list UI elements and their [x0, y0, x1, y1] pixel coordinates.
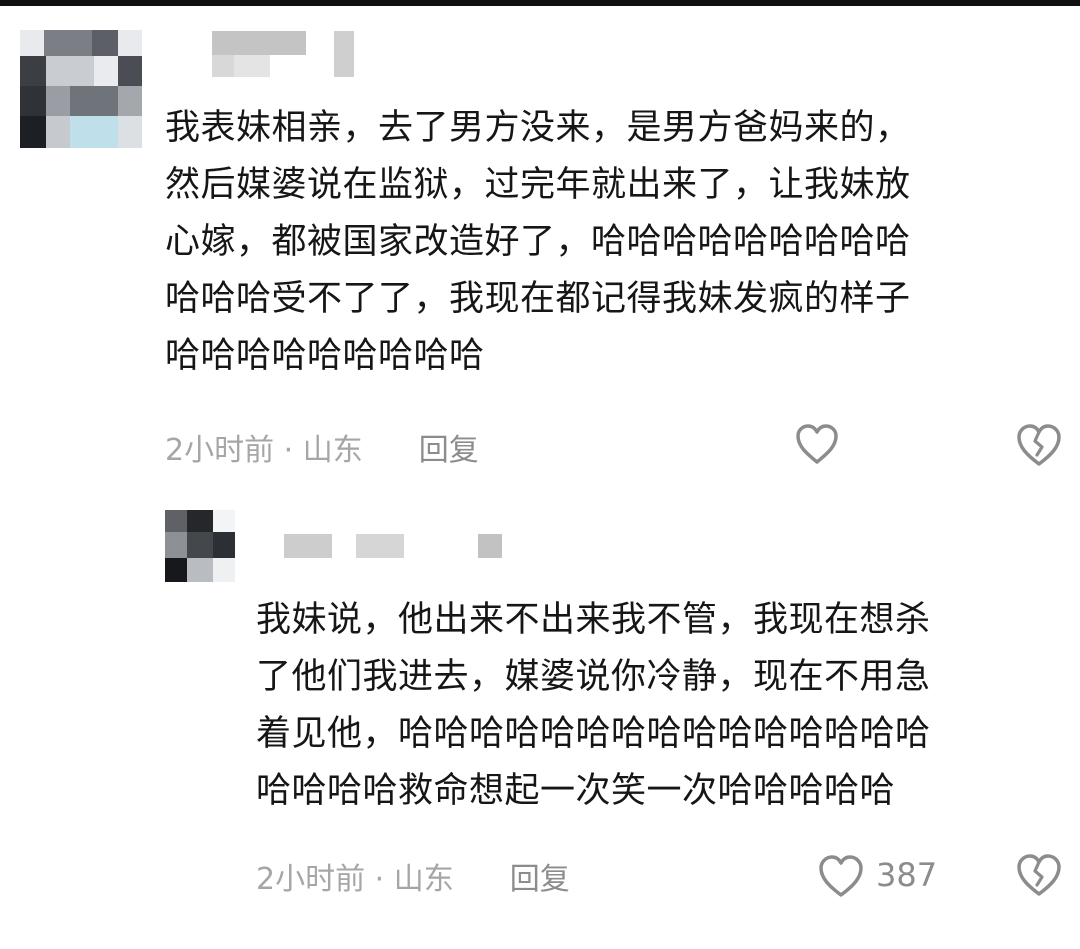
heart-outline-icon[interactable] — [794, 422, 840, 466]
top-edge-bar — [0, 0, 1080, 6]
like-count: 387 — [876, 856, 938, 894]
comment-text: 我妹说，他出来不出来我不管，我现在想杀 了他们我进去，媒婆说你冷静，现在不用急 … — [256, 600, 931, 811]
comment-time-location: 2小时前 · 山东 — [256, 862, 454, 897]
comment-meta: 2小时前 · 山东 回复 — [165, 425, 479, 469]
comment-meta: 2小时前 · 山东 回复 — [256, 854, 570, 898]
comment-text: 我表妹相亲，去了男方没来，是男方爸妈来的， 然后媒婆说在监狱，过完年就出来了，让… — [165, 108, 911, 376]
broken-heart-icon[interactable] — [1014, 422, 1064, 468]
comment-time-location: 2小时前 · 山东 — [165, 433, 363, 468]
reply-button[interactable]: 回复 — [510, 854, 570, 898]
avatar[interactable] — [165, 510, 235, 582]
heart-outline-icon[interactable] — [816, 853, 866, 899]
broken-heart-icon[interactable] — [1014, 852, 1064, 898]
avatar[interactable] — [20, 30, 142, 148]
reply-button[interactable]: 回复 — [419, 425, 479, 469]
